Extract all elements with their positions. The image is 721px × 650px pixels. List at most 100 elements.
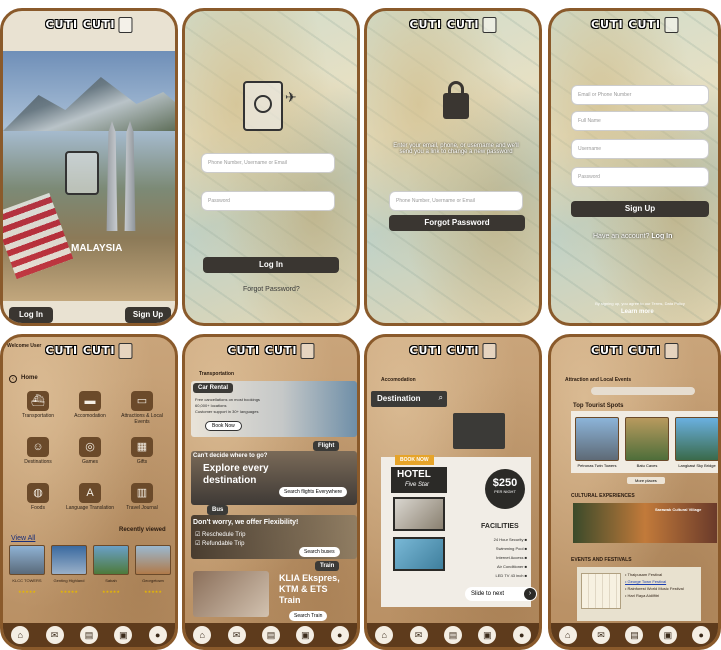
learn-more-link[interactable]: Learn more bbox=[621, 309, 654, 315]
briefcase-icon[interactable]: ▣ bbox=[296, 626, 315, 644]
login-password-field[interactable]: Password bbox=[201, 191, 335, 211]
spot-petronas[interactable] bbox=[575, 417, 619, 461]
profile-icon[interactable]: ● bbox=[330, 626, 349, 644]
mail-icon[interactable]: ✉ bbox=[227, 626, 246, 644]
plane-icon: ✈ bbox=[285, 89, 297, 105]
section-title: Transportation bbox=[199, 371, 235, 377]
event-item[interactable]: • Hari Raya Aidilfitri bbox=[625, 592, 699, 599]
signup-button[interactable]: Sign Up bbox=[571, 201, 709, 217]
destination-bar[interactable]: Destination ⌕ bbox=[371, 391, 447, 407]
slide-next-button[interactable]: Slide to next › bbox=[465, 587, 537, 601]
category-label: Gifts bbox=[136, 459, 148, 465]
bottom-nav: ⌂ ✉ ▤ ▣ ● bbox=[3, 623, 175, 647]
cant-decide-text: Can't decide where to go? bbox=[193, 453, 268, 459]
event-list: • Thaipusam Festival • George Town Festiv… bbox=[625, 571, 699, 599]
category-attractions-local-events[interactable]: ▭ Attractions & Local Events bbox=[117, 391, 167, 425]
splash-signup-button[interactable]: Sign Up bbox=[125, 307, 171, 323]
search-flights-button[interactable]: Search flights Everywhere bbox=[279, 487, 348, 497]
gamepad-icon: ◎ bbox=[79, 437, 101, 457]
recent-thumbnail[interactable] bbox=[51, 545, 87, 575]
recent-thumbnail[interactable] bbox=[9, 545, 45, 575]
facility-item: Air Conditioner ■ bbox=[497, 564, 527, 569]
signup-email-field[interactable]: Email or Phone Number bbox=[571, 85, 709, 105]
home-icon[interactable]: ⌂ bbox=[375, 626, 394, 644]
train-image bbox=[193, 571, 269, 617]
category-foods[interactable]: ◍ Foods bbox=[13, 483, 63, 511]
have-account-text: Have an account? bbox=[593, 233, 650, 240]
have-account-row: Have an account? Log In bbox=[593, 233, 672, 240]
towers-image bbox=[106, 121, 136, 231]
search-bar[interactable] bbox=[591, 387, 695, 395]
event-item[interactable]: • George Town Festival bbox=[625, 578, 699, 585]
document-icon[interactable]: ▤ bbox=[261, 626, 280, 644]
recently-viewed-title: Recently viewed bbox=[119, 527, 166, 533]
event-item[interactable]: • Rainforest World Music Festival bbox=[625, 585, 699, 592]
more-places-button[interactable]: More places bbox=[627, 477, 665, 484]
category-gifts[interactable]: ▦ Gifts bbox=[117, 437, 167, 465]
search-buses-button[interactable]: Search buses bbox=[299, 547, 340, 557]
signup-username-field[interactable]: Username bbox=[571, 139, 709, 159]
login-username-field[interactable]: Phone Number, Username or Email bbox=[201, 153, 335, 173]
mail-icon[interactable]: ✉ bbox=[45, 626, 64, 644]
recent-label: KLCC TOWERS bbox=[12, 578, 42, 583]
briefcase-icon[interactable]: ▣ bbox=[658, 626, 677, 644]
spot-batu-caves[interactable] bbox=[625, 417, 669, 461]
view-all-link[interactable]: View All bbox=[11, 535, 35, 542]
cultural-title: CULTURAL EXPERIENCES bbox=[571, 493, 635, 499]
home-icon[interactable]: ⌂ bbox=[11, 626, 30, 644]
section-title: Attraction and Local Events bbox=[565, 377, 632, 383]
recent-thumbnail[interactable] bbox=[93, 545, 129, 575]
category-label: Attractions & Local Events bbox=[121, 413, 163, 425]
price-value: $250 bbox=[492, 477, 518, 489]
category-label: Accomodation bbox=[74, 413, 106, 419]
book-now-badge[interactable]: BOOK NOW bbox=[395, 455, 434, 465]
ship-icon: ⛴ bbox=[27, 391, 49, 411]
home-icon[interactable]: ⌂ bbox=[558, 626, 577, 644]
login-button[interactable]: Log In bbox=[203, 257, 339, 273]
recent-label: Sabah bbox=[105, 578, 117, 583]
briefcase-icon[interactable]: ▣ bbox=[478, 626, 497, 644]
app-logo: CUTI CUTI bbox=[227, 343, 315, 359]
passport-icon bbox=[65, 151, 99, 195]
signup-fullname-field[interactable]: Full Name bbox=[571, 111, 709, 131]
event-item[interactable]: • Thaipusam Festival bbox=[625, 571, 699, 578]
category-transportation[interactable]: ⛴ Transportation bbox=[13, 391, 63, 419]
briefcase-icon[interactable]: ▣ bbox=[114, 626, 133, 644]
map-preview bbox=[453, 413, 505, 449]
back-icon[interactable]: ‹ bbox=[9, 375, 17, 383]
transportation-screen: CUTI CUTI Transportation Car Rental Free… bbox=[182, 334, 360, 650]
app-mockup-board: CUTI CUTI MALAYSIA Log In Sign Up ✈ Phon… bbox=[0, 0, 721, 650]
signup-password-field[interactable]: Password bbox=[571, 167, 709, 187]
document-icon[interactable]: ▤ bbox=[79, 626, 98, 644]
category-games[interactable]: ◎ Games bbox=[65, 437, 115, 465]
profile-icon[interactable]: ● bbox=[692, 626, 711, 644]
search-icon: ⌕ bbox=[438, 393, 443, 402]
category-language-translation[interactable]: A Language Translation bbox=[65, 483, 115, 511]
mail-icon[interactable]: ✉ bbox=[592, 626, 611, 644]
mail-icon[interactable]: ✉ bbox=[409, 626, 428, 644]
login-link[interactable]: Log In bbox=[651, 233, 672, 240]
recent-thumbnail[interactable] bbox=[135, 545, 171, 575]
calendar-icon bbox=[581, 573, 621, 609]
food-icon: ◍ bbox=[27, 483, 49, 503]
mountain-image bbox=[3, 77, 175, 131]
splash-collage: MALAYSIA bbox=[3, 51, 175, 301]
category-travel-journal[interactable]: ▥ Travel Journal bbox=[117, 483, 167, 511]
car-book-now-button[interactable]: Book Now bbox=[205, 421, 242, 431]
document-icon[interactable]: ▤ bbox=[625, 626, 644, 644]
forgot-field[interactable]: Phone Number, Username or Email bbox=[389, 191, 523, 211]
profile-icon[interactable]: ● bbox=[148, 626, 167, 644]
spot-sky-bridge[interactable] bbox=[675, 417, 718, 461]
forgot-password-link[interactable]: Forgot Password? bbox=[243, 286, 300, 293]
category-accomodation[interactable]: ▬ Accomodation bbox=[65, 391, 115, 419]
recent-label: Georgetown bbox=[142, 578, 164, 583]
document-icon[interactable]: ▤ bbox=[443, 626, 462, 644]
search-train-button[interactable]: Search Train bbox=[289, 611, 328, 621]
home-icon[interactable]: ⌂ bbox=[193, 626, 212, 644]
facility-item: LED TV 43 inch ■ bbox=[495, 573, 527, 578]
events-title: EVENTS AND FESTIVALS bbox=[571, 557, 632, 563]
profile-icon[interactable]: ● bbox=[512, 626, 531, 644]
splash-login-button[interactable]: Log In bbox=[9, 307, 53, 323]
forgot-password-button[interactable]: Forgot Password bbox=[389, 215, 525, 231]
category-destinations[interactable]: ☺ Destinations bbox=[13, 437, 63, 465]
